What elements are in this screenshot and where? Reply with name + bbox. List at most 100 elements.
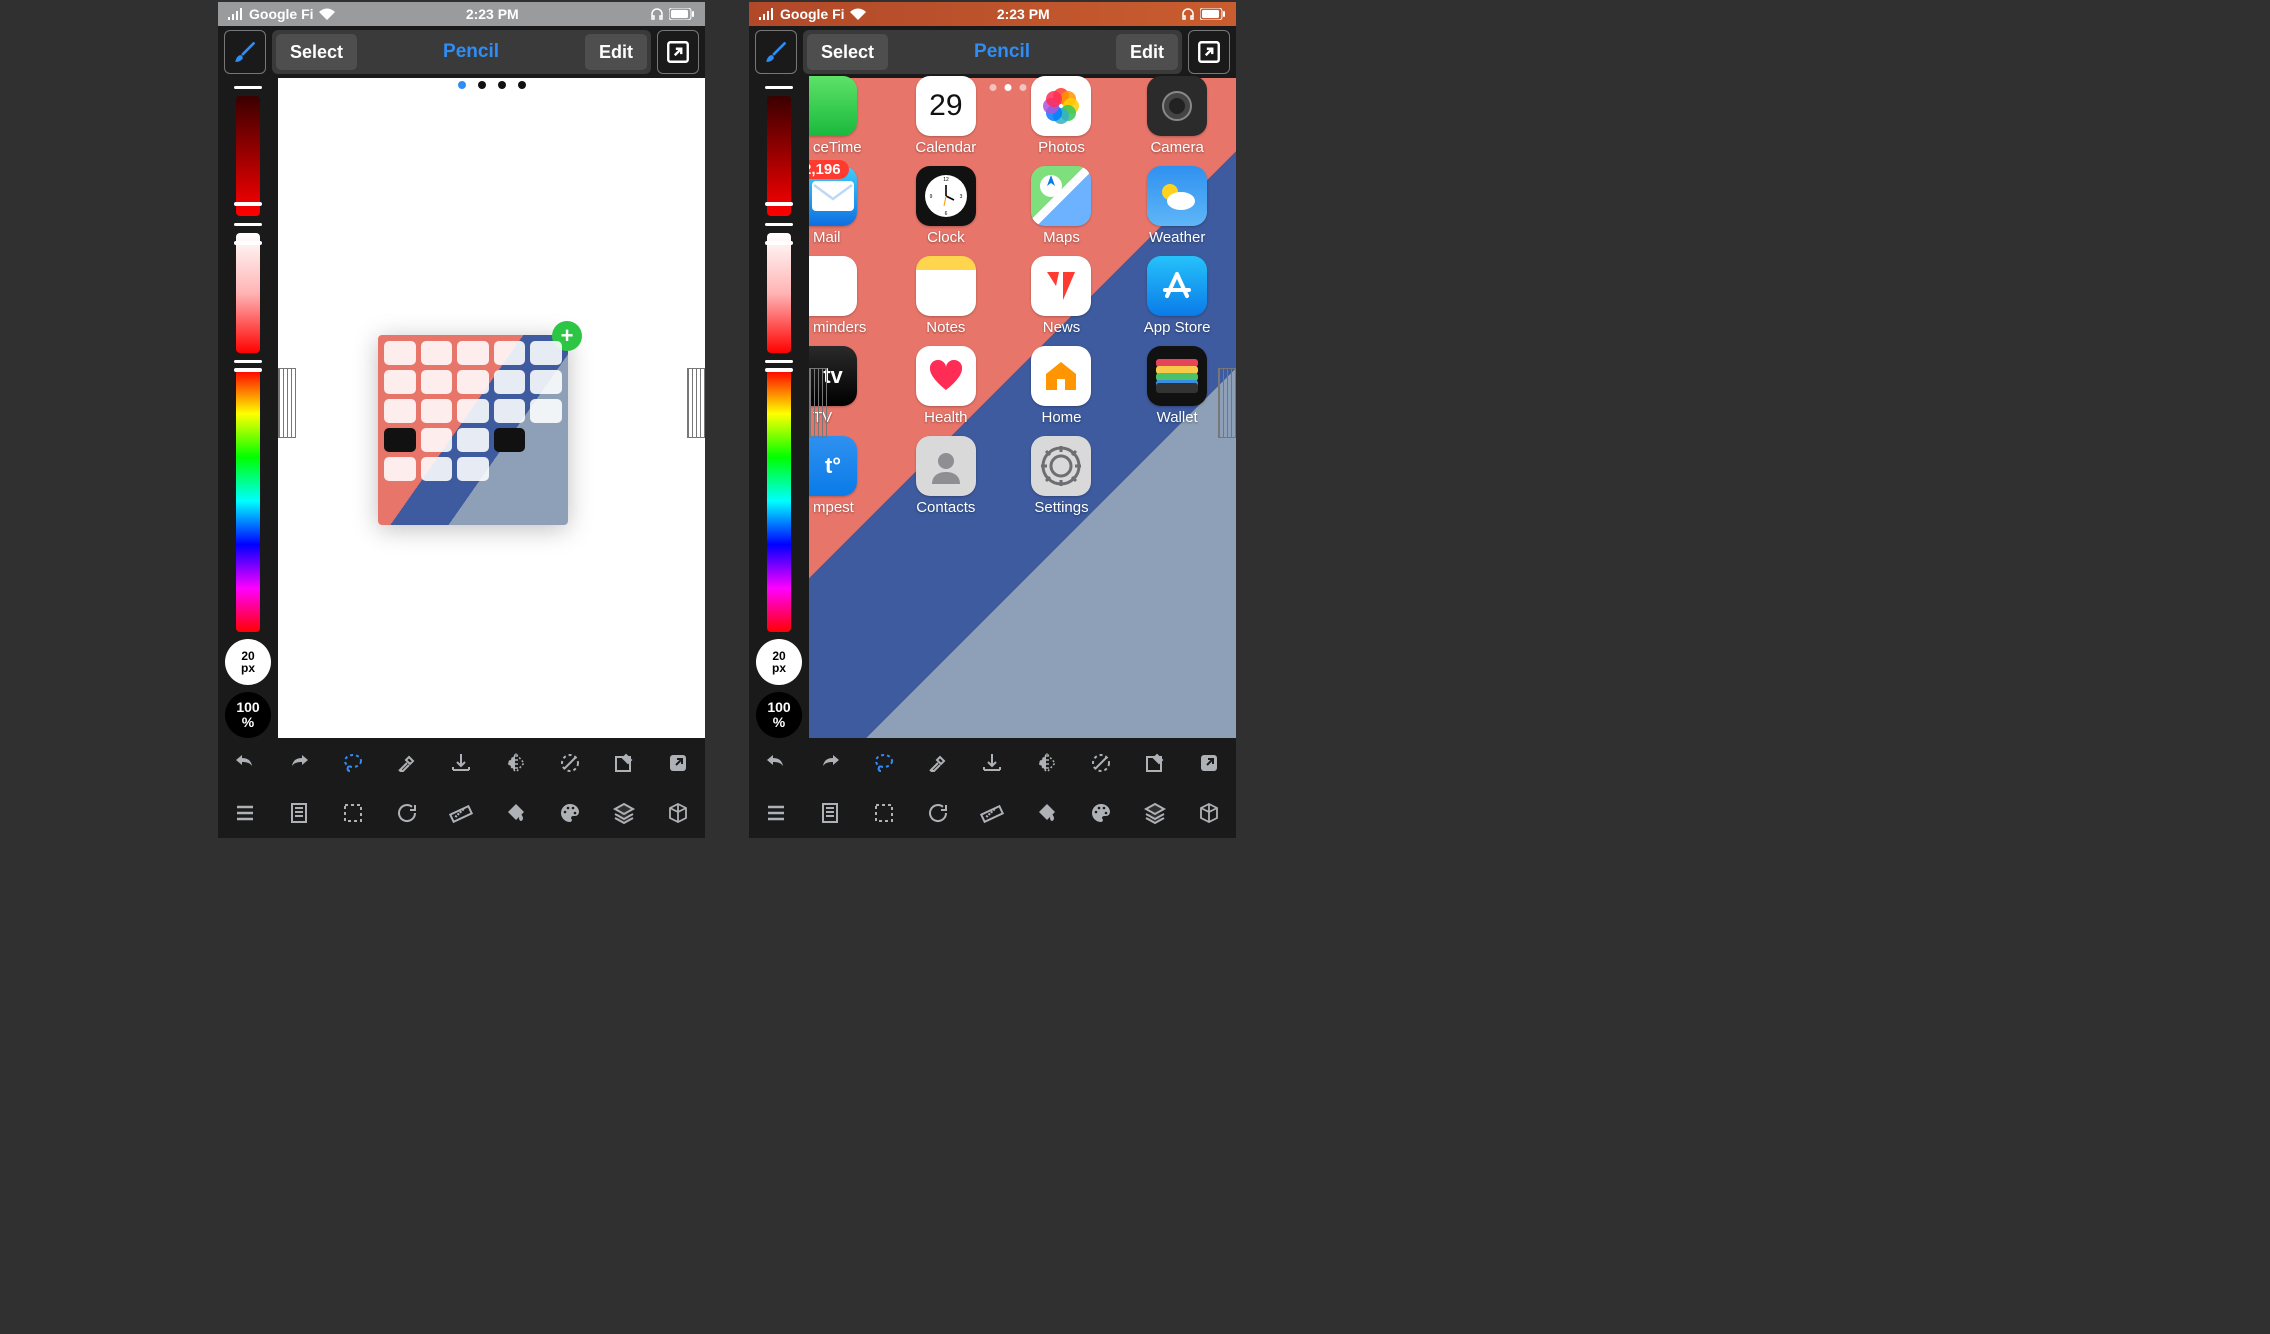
brush-tool-button[interactable] [755, 30, 797, 74]
fullscreen-button[interactable] [1188, 30, 1230, 74]
deselect-button[interactable] [556, 749, 584, 777]
drawing-canvas[interactable]: + [278, 78, 705, 738]
app-cell: t°mpest [809, 436, 875, 516]
3d-button[interactable] [1195, 799, 1223, 827]
flip-button[interactable] [1033, 749, 1061, 777]
brush-size-badge[interactable]: 20 px [225, 639, 271, 685]
opacity-badge[interactable]: 100 % [225, 692, 271, 738]
opacity-unit: % [773, 715, 785, 730]
app-label: Photos [1038, 139, 1085, 156]
tool-title[interactable]: Pencil [892, 41, 1112, 63]
select-button[interactable]: Select [807, 34, 888, 70]
lasso-button[interactable] [339, 749, 367, 777]
menu-button[interactable] [231, 799, 259, 827]
slider-divider [765, 86, 793, 89]
page-dot[interactable] [478, 81, 486, 89]
app-grid: ceTime29CalendarPhotosCamera2,196Mail123… [809, 76, 1236, 516]
pasted-image-preview[interactable]: + [378, 335, 568, 525]
reload-button[interactable] [924, 799, 952, 827]
lasso-button[interactable] [870, 749, 898, 777]
app-cell: App Store [1132, 256, 1222, 336]
brush-size-badge[interactable]: 20 px [756, 639, 802, 685]
deselect-button[interactable] [1087, 749, 1115, 777]
svg-text:9: 9 [929, 194, 932, 200]
palette-button[interactable] [1087, 799, 1115, 827]
page-dot[interactable] [518, 81, 526, 89]
saturation-slider[interactable] [767, 233, 791, 353]
3d-button[interactable] [664, 799, 692, 827]
redo-button[interactable] [816, 749, 844, 777]
page-dot[interactable] [498, 81, 506, 89]
app-label: Health [924, 409, 967, 426]
app-cell: 12369 Clock [901, 166, 991, 246]
app-icon-contacts [916, 436, 976, 496]
edit-button[interactable]: Edit [1116, 34, 1178, 70]
eyedropper-button[interactable] [393, 749, 421, 777]
app-icon-maps [1031, 166, 1091, 226]
brush-tool-button[interactable] [224, 30, 266, 74]
app-icon-home [1031, 346, 1091, 406]
opacity-badge[interactable]: 100 % [756, 692, 802, 738]
ruler-button[interactable] [978, 799, 1006, 827]
slider-divider [234, 86, 262, 89]
ruler-button[interactable] [447, 799, 475, 827]
reference-button[interactable] [816, 799, 844, 827]
flip-button[interactable] [502, 749, 530, 777]
carrier-label: Google Fi [249, 6, 314, 22]
app-icon-wallet [1147, 346, 1207, 406]
page-dot[interactable] [458, 81, 466, 89]
share-button[interactable] [664, 749, 692, 777]
pasted-image-full: ceTime29CalendarPhotosCamera2,196Mail123… [809, 78, 1236, 738]
undo-button[interactable] [762, 749, 790, 777]
bottom-toolbar-row2 [749, 788, 1236, 838]
tool-title[interactable]: Pencil [361, 41, 581, 63]
share-button[interactable] [1195, 749, 1223, 777]
reload-button[interactable] [393, 799, 421, 827]
app-icon-camera [1147, 76, 1207, 136]
select-button[interactable]: Select [276, 34, 357, 70]
edit-layer-button[interactable] [610, 749, 638, 777]
app-icon-store [1147, 256, 1207, 316]
slider-divider [234, 223, 262, 226]
brightness-slider[interactable] [767, 96, 791, 216]
app-icon-tempest: t° [809, 436, 857, 496]
import-button[interactable] [978, 749, 1006, 777]
bottom-toolbar-row2 [218, 788, 705, 838]
panel-grip-right[interactable] [687, 368, 705, 438]
app-label: Clock [927, 229, 965, 246]
hue-slider[interactable] [236, 370, 260, 632]
layers-button[interactable] [1141, 799, 1169, 827]
hue-slider[interactable] [767, 370, 791, 632]
app-cell: ceTime [809, 76, 875, 156]
marquee-button[interactable] [339, 799, 367, 827]
redo-button[interactable] [285, 749, 313, 777]
menu-button[interactable] [762, 799, 790, 827]
marquee-button[interactable] [870, 799, 898, 827]
layers-button[interactable] [610, 799, 638, 827]
app-icon-rem [809, 256, 857, 316]
fullscreen-button[interactable] [657, 30, 699, 74]
undo-button[interactable] [231, 749, 259, 777]
fill-button[interactable] [502, 799, 530, 827]
eyedropper-button[interactable] [924, 749, 952, 777]
import-button[interactable] [447, 749, 475, 777]
fill-button[interactable] [1033, 799, 1061, 827]
app-cell: Health [901, 346, 991, 426]
app-icon-notes [916, 256, 976, 316]
app-icon-health [916, 346, 976, 406]
brightness-slider[interactable] [236, 96, 260, 216]
saturation-slider[interactable] [236, 233, 260, 353]
reference-button[interactable] [285, 799, 313, 827]
app-icon-ft [809, 76, 857, 136]
edit-button[interactable]: Edit [585, 34, 647, 70]
edit-layer-button[interactable] [1141, 749, 1169, 777]
panel-grip-left[interactable] [809, 368, 827, 438]
panel-grip-right[interactable] [1218, 368, 1236, 438]
panel-grip-left[interactable] [278, 368, 296, 438]
app-cell: Notes [901, 256, 991, 336]
app-icon-clock: 12369 [916, 166, 976, 226]
app-cell: Weather [1132, 166, 1222, 246]
drawing-canvas[interactable]: ceTime29CalendarPhotosCamera2,196Mail123… [809, 78, 1236, 738]
app-cell: 2,196Mail [809, 166, 875, 246]
palette-button[interactable] [556, 799, 584, 827]
